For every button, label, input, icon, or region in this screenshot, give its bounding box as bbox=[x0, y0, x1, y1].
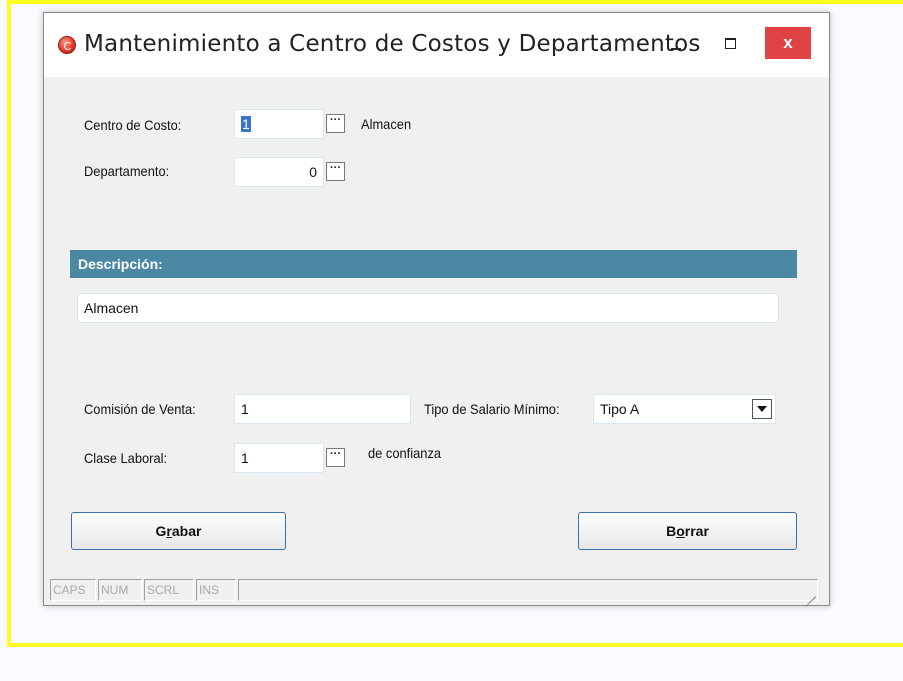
window-title: Mantenimiento a Centro de Costos y Depar… bbox=[84, 31, 701, 57]
status-num: NUM bbox=[98, 579, 142, 601]
status-scrl: SCRL bbox=[144, 579, 194, 601]
grabar-button[interactable]: Grabar bbox=[71, 512, 286, 550]
departamento-lookup-button[interactable]: ··· bbox=[326, 162, 345, 181]
departamento-label: Departamento: bbox=[84, 163, 170, 179]
tipo-salario-value: Tipo A bbox=[600, 401, 640, 417]
descripcion-section-header: Descripción: bbox=[70, 250, 797, 278]
maximize-button[interactable] bbox=[710, 27, 750, 59]
close-button[interactable]: x bbox=[765, 27, 811, 59]
app-icon[interactable] bbox=[58, 36, 76, 54]
centro-costo-lookup-button[interactable]: ··· bbox=[326, 114, 345, 133]
borrar-label-mnemonic: o bbox=[676, 523, 685, 539]
clase-laboral-label: Clase Laboral: bbox=[84, 450, 168, 466]
departamento-input[interactable]: 0 bbox=[234, 157, 324, 187]
resize-grip-icon[interactable] bbox=[804, 585, 818, 599]
close-icon: x bbox=[783, 33, 793, 52]
centro-costo-description: Almacen bbox=[361, 116, 412, 132]
centro-costo-label: Centro de Costo: bbox=[84, 117, 182, 133]
clase-laboral-lookup-button[interactable]: ··· bbox=[326, 448, 345, 467]
chevron-down-icon[interactable] bbox=[752, 399, 772, 419]
maximize-icon bbox=[724, 37, 736, 49]
borrar-label-part1: B bbox=[666, 523, 677, 539]
grabar-label-part2: abar bbox=[171, 523, 202, 539]
descripcion-value: Almacen bbox=[84, 300, 139, 316]
grabar-label-part1: G bbox=[155, 523, 167, 539]
descripcion-input[interactable]: Almacen bbox=[77, 293, 779, 323]
status-caps: CAPS bbox=[50, 579, 96, 601]
centro-costo-input[interactable]: 1 bbox=[234, 109, 324, 139]
status-message bbox=[238, 579, 818, 601]
tipo-salario-label: Tipo de Salario Mínimo: bbox=[424, 401, 560, 417]
minimize-button[interactable] bbox=[656, 27, 696, 59]
tipo-salario-select[interactable]: Tipo A bbox=[593, 394, 776, 424]
borrar-label-part2: rrar bbox=[684, 523, 709, 539]
borrar-button[interactable]: Borrar bbox=[578, 512, 797, 550]
clase-laboral-input[interactable]: 1 bbox=[234, 443, 324, 473]
comision-venta-value: 1 bbox=[241, 401, 249, 417]
minimize-icon bbox=[671, 48, 681, 50]
status-bar: CAPS NUM SCRL INS bbox=[50, 579, 818, 601]
centro-costo-value: 1 bbox=[241, 116, 251, 132]
departamento-value: 0 bbox=[309, 164, 317, 180]
comision-venta-input[interactable]: 1 bbox=[234, 394, 411, 424]
comision-venta-label: Comisión de Venta: bbox=[84, 401, 196, 417]
clase-laboral-description: de confianza bbox=[368, 445, 442, 461]
title-bar[interactable]: Mantenimiento a Centro de Costos y Depar… bbox=[44, 13, 829, 77]
status-ins: INS bbox=[196, 579, 236, 601]
dialog-window: Mantenimiento a Centro de Costos y Depar… bbox=[43, 12, 830, 606]
clase-laboral-value: 1 bbox=[241, 450, 249, 466]
